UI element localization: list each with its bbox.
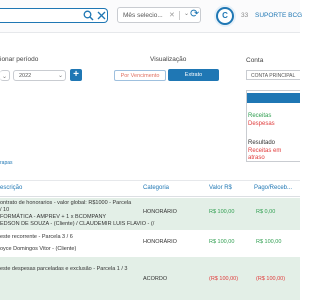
visualizacao-label: Visualização (150, 56, 187, 63)
periodo-label: ionar período (0, 56, 39, 63)
conta-select[interactable]: CONTA PRINCIPAL (246, 70, 300, 80)
col-categoria[interactable]: Categoria (143, 185, 169, 191)
month-period-select[interactable]: ⌄ (0, 70, 10, 81)
chevron-down-icon[interactable]: ⌄ (184, 10, 189, 17)
row-categoria: HONORÁRIO (143, 239, 177, 245)
year-value: 2022 (19, 73, 32, 79)
search-icon[interactable] (83, 10, 94, 21)
row-description-line: este recorrente - Parcela 3 / 6 (0, 234, 73, 240)
row-categoria: HONORÁRIO (143, 209, 177, 215)
user-badge: 33 (241, 12, 249, 19)
row-description-line: / 10 (0, 207, 10, 213)
row-description-line: ontrato de honorarios - valor global: R$… (0, 200, 132, 206)
month-clear-icon[interactable]: ✕ (169, 11, 175, 19)
row-description-line: oyce Domingos Vitor - (Cliente) (0, 246, 77, 252)
clear-icon[interactable] (97, 11, 106, 20)
row-valor: R$ 100,00 (209, 209, 235, 215)
legend-atraso: Receitas em atraso (248, 148, 282, 161)
table-row[interactable]: este recorrente - Parcela 3 / 6 oyce Dom… (0, 230, 300, 257)
row-description-line: FORMÁTICA - AMPREV + 1 x BCOMPANY (0, 214, 107, 220)
row-description-line: este despesas parceladas e exclusão - Pa… (0, 266, 128, 272)
year-select[interactable]: 2022 ⌄ (13, 70, 66, 81)
chevron-down-icon: ⌄ (58, 73, 64, 79)
legend-receitas: Receitas (248, 113, 272, 119)
add-period-button[interactable]: + (70, 69, 82, 81)
side-link[interactable]: rapas (0, 160, 13, 166)
row-valor: R$ 100,00 (209, 239, 235, 245)
extrato-button[interactable]: Extrato (168, 69, 219, 81)
table-row[interactable]: ontrato de honorarios - valor global: R$… (0, 198, 300, 230)
month-select-value: Mês selecio... (123, 12, 163, 19)
row-categoria: ACORDO (143, 276, 168, 282)
legend-header-bar (247, 93, 300, 103)
col-pago[interactable]: Pago/Receb... (254, 185, 292, 191)
refresh-icon[interactable]: ⟳ (190, 7, 199, 20)
por-vencimento-button[interactable]: Por Vencimento (114, 70, 166, 81)
chevron-down-icon: ⌄ (2, 74, 8, 80)
table-row[interactable]: este despesas parceladas e exclusão - Pa… (0, 257, 300, 300)
legend-despesas: Despesas (248, 121, 275, 127)
month-select[interactable]: Mês selecio... ✕ ⌄ (117, 7, 201, 23)
col-descricao[interactable]: escrição (0, 185, 22, 191)
row-valor: (R$ 100,00) (209, 276, 239, 282)
search-input[interactable] (0, 8, 108, 23)
legend-resultado: Resultado (248, 140, 276, 146)
col-valor[interactable]: Valor R$ (209, 185, 232, 191)
select-separator (179, 11, 180, 20)
row-pago: R$ 100,00 (256, 239, 282, 245)
conta-label: Conta (246, 57, 264, 64)
row-description-line: EDSON DE SOUZA - (Cliente) / CLAUDEMIR L… (0, 221, 155, 227)
row-pago: (R$ 100,00) (256, 276, 286, 282)
row-pago: R$ 0,00 (256, 209, 276, 215)
logo-icon: C (218, 9, 232, 23)
support-label[interactable]: SUPORTE BCG (255, 12, 302, 19)
